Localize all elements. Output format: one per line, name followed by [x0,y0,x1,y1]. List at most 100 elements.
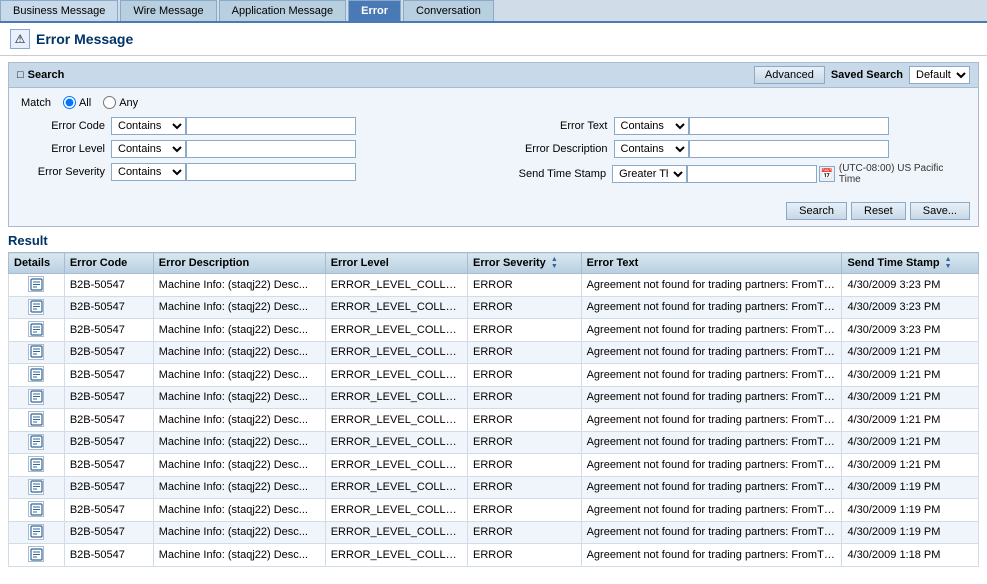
col-header-errorlevel[interactable]: Error Level [325,253,467,274]
errordesc-cell: Machine Info: (staqj22) Desc... [153,364,325,387]
send-time-op-select[interactable]: Greater ThanLess ThanEquals [612,165,687,183]
details-cell [9,274,65,297]
sendtime-cell: 4/30/2009 3:23 PM [842,296,979,319]
details-icon[interactable] [28,546,44,562]
error-severity-input[interactable] [186,163,356,181]
match-all-radio[interactable]: All [63,96,91,109]
error-text-label: Error Text [504,120,614,132]
tab-conversation[interactable]: Conversation [403,0,494,21]
details-cell [9,454,65,477]
error-desc-row: Error Description ContainsEquals [504,140,967,158]
page-title: Error Message [36,31,133,47]
error-code-row: Error Code ContainsEqualsStarts With [21,117,484,135]
match-row: Match All Any [21,96,966,109]
errortext-cell: Agreement not found for trading partners… [581,319,842,342]
error-level-input[interactable] [186,140,356,158]
details-cell [9,319,65,342]
table-row: B2B-50547 Machine Info: (staqj22) Desc..… [9,341,979,364]
details-icon[interactable] [28,366,44,382]
sendtime-cell: 4/30/2009 1:21 PM [842,409,979,432]
details-icon[interactable] [28,299,44,315]
errordesc-cell: Machine Info: (staqj22) Desc... [153,431,325,454]
errordesc-cell: Machine Info: (staqj22) Desc... [153,386,325,409]
errortext-cell: Agreement not found for trading partners… [581,386,842,409]
page-header: ⚠ Error Message [0,23,987,56]
search-button[interactable]: Search [786,202,847,220]
col-header-errorcode[interactable]: Error Code [64,253,153,274]
details-icon[interactable] [28,501,44,517]
search-header-right: Advanced Saved Search Default [754,66,970,84]
details-icon[interactable] [28,434,44,450]
search-panel-header: □ Search Advanced Saved Search Default [9,63,978,88]
search-panel-label: Search [28,69,65,81]
error-level-op-select[interactable]: ContainsEquals [111,140,186,158]
col-header-errordesc[interactable]: Error Description [153,253,325,274]
errortext-cell: Agreement not found for trading partners… [581,544,842,567]
match-all-input[interactable] [63,96,76,109]
error-text-row: Error Text ContainsEquals [504,117,967,135]
errorsev-cell: ERROR [468,274,582,297]
errorlevel-cell: ERROR_LEVEL_COLLABORA... [325,431,467,454]
advanced-button[interactable]: Advanced [754,66,825,84]
error-code-op-select[interactable]: ContainsEqualsStarts With [111,117,186,135]
errordesc-cell: Machine Info: (staqj22) Desc... [153,296,325,319]
save-button[interactable]: Save... [910,202,970,220]
match-any-radio[interactable]: Any [103,96,138,109]
tab-wire-message[interactable]: Wire Message [120,0,216,21]
details-icon[interactable] [28,276,44,292]
errortext-cell: Agreement not found for trading partners… [581,341,842,364]
errorcode-cell: B2B-50547 [64,476,153,499]
error-text-input[interactable] [689,117,889,135]
details-cell [9,544,65,567]
error-code-input[interactable] [186,117,356,135]
sendtime-sort-icons: ▲ ▼ [945,256,952,270]
errorcode-cell: B2B-50547 [64,274,153,297]
search-panel: □ Search Advanced Saved Search Default M… [8,62,979,227]
errorsev-cell: ERROR [468,544,582,567]
error-desc-input[interactable] [689,140,889,158]
errortext-cell: Agreement not found for trading partners… [581,364,842,387]
tab-business-message[interactable]: Business Message [0,0,118,21]
table-row: B2B-50547 Machine Info: (staqj22) Desc..… [9,386,979,409]
timezone-label: (UTC-08:00) US Pacific Time [839,163,966,185]
errorlevel-cell: ERROR_LEVEL_COLLABORA... [325,296,467,319]
sendtime-cell: 4/30/2009 1:21 PM [842,386,979,409]
details-icon[interactable] [28,389,44,405]
tab-error[interactable]: Error [348,0,401,21]
details-icon[interactable] [28,321,44,337]
details-cell [9,499,65,522]
errortext-cell: Agreement not found for trading partners… [581,476,842,499]
errortext-cell: Agreement not found for trading partners… [581,499,842,522]
sort-down-icon: ▼ [945,263,952,270]
error-desc-label: Error Description [504,143,614,155]
errorsev-cell: ERROR [468,409,582,432]
details-icon[interactable] [28,411,44,427]
match-any-input[interactable] [103,96,116,109]
col-header-sendtime[interactable]: Send Time Stamp ▲ ▼ [842,253,979,274]
table-row: B2B-50547 Machine Info: (staqj22) Desc..… [9,364,979,387]
reset-button[interactable]: Reset [851,202,906,220]
col-header-errorsev[interactable]: Error Severity ▲ ▼ [468,253,582,274]
details-icon[interactable] [28,479,44,495]
errorsev-cell: ERROR [468,341,582,364]
table-row: B2B-50547 Machine Info: (staqj22) Desc..… [9,454,979,477]
calendar-icon[interactable]: 📅 [819,166,835,182]
send-time-input[interactable]: 04/30/2009 12:00:00 AM [687,165,817,183]
error-level-row: Error Level ContainsEquals [21,140,484,158]
table-row: B2B-50547 Machine Info: (staqj22) Desc..… [9,319,979,342]
details-icon[interactable] [28,344,44,360]
tab-application-message[interactable]: Application Message [219,0,347,21]
details-icon[interactable] [28,524,44,540]
search-toggle-icon[interactable]: □ [17,69,24,81]
saved-search-select[interactable]: Default [909,66,970,84]
col-header-errortext[interactable]: Error Text [581,253,842,274]
errorsev-cell: ERROR [468,476,582,499]
error-severity-op-select[interactable]: ContainsEquals [111,163,186,181]
details-icon[interactable] [28,456,44,472]
table-header-row: Details Error Code Error Description Err… [9,253,979,274]
error-text-op-select[interactable]: ContainsEquals [614,117,689,135]
send-time-row: Send Time Stamp Greater ThanLess ThanEqu… [504,163,967,185]
error-desc-op-select[interactable]: ContainsEquals [614,140,689,158]
sendtime-cell: 4/30/2009 3:23 PM [842,319,979,342]
errorsev-cell: ERROR [468,499,582,522]
